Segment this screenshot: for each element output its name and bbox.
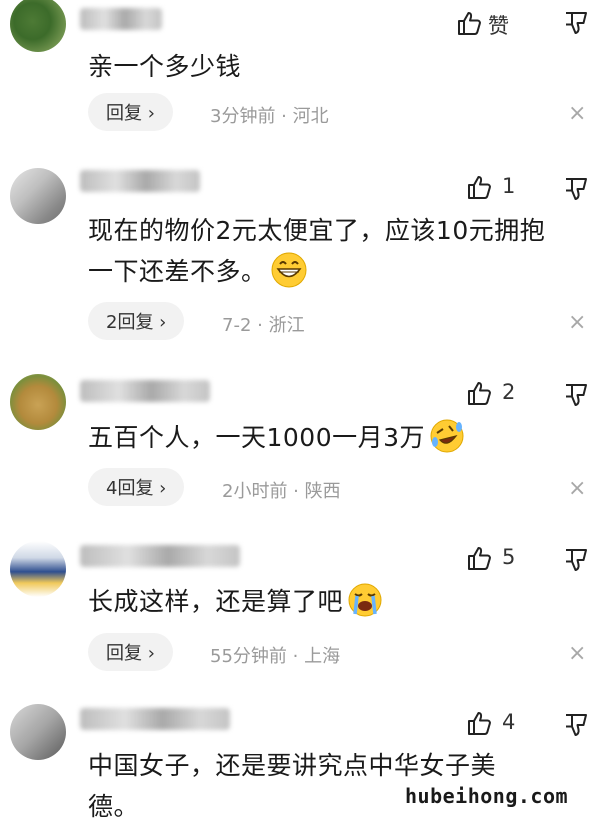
thumbs-down-icon[interactable]: [563, 382, 589, 408]
username-blurred[interactable]: [80, 708, 230, 730]
username-blurred[interactable]: [80, 380, 210, 402]
avatar[interactable]: [10, 374, 66, 430]
comment-2: 1 现在的物价2元太便宜了，应该10元拥抱 一下还差不多。 2回复 › 7-2 …: [0, 160, 592, 350]
comment-4: 5 长成这样，还是算了吧 回复 › 55分钟前 · 上海 ×: [0, 533, 592, 683]
comment-meta: 3分钟前 · 河北: [210, 106, 329, 127]
username-blurred[interactable]: [80, 545, 240, 567]
comment-text: 亲一个多少钱: [88, 52, 242, 81]
comment-text: 现在的物价2元太便宜了，应该10元拥抱 一下还差不多。: [88, 210, 558, 292]
comment-meta: 2小时前 · 陕西: [222, 481, 341, 502]
avatar[interactable]: [10, 541, 66, 597]
close-icon[interactable]: ×: [568, 478, 586, 500]
thumbs-down-icon[interactable]: [563, 10, 589, 36]
reply-button[interactable]: 2回复 ›: [88, 302, 185, 340]
thumbs-up-icon[interactable]: [466, 380, 492, 406]
close-icon[interactable]: ×: [568, 312, 586, 334]
thumbs-up-icon[interactable]: [466, 710, 492, 736]
loudly-crying-face-icon: [348, 583, 382, 617]
rolling-laughing-face-icon: [430, 419, 464, 453]
reply-button[interactable]: 4回复 ›: [88, 468, 185, 506]
thumbs-up-icon[interactable]: [466, 174, 492, 200]
thumbs-down-icon[interactable]: [563, 547, 589, 573]
reply-button[interactable]: 回复 ›: [88, 93, 173, 131]
close-icon[interactable]: ×: [568, 643, 586, 665]
avatar[interactable]: [10, 168, 66, 224]
close-icon[interactable]: ×: [568, 103, 586, 125]
watermark: hubeihong.com: [405, 784, 569, 808]
like-count: 5: [502, 545, 516, 569]
thumbs-up-icon[interactable]: [466, 545, 492, 571]
like-label[interactable]: 赞: [488, 10, 509, 40]
comment-text-line-1: 现在的物价2元太便宜了，应该10元拥抱: [88, 216, 546, 245]
comment-text-line-2-text: 一下还差不多。: [88, 257, 267, 286]
reply-button[interactable]: 回复 ›: [88, 633, 173, 671]
username-blurred[interactable]: [80, 8, 162, 30]
thumbs-up-icon[interactable]: [456, 10, 482, 36]
thumbs-down-icon[interactable]: [563, 712, 589, 738]
avatar[interactable]: [10, 0, 66, 52]
comment-1: 赞 亲一个多少钱 回复 › 3分钟前 · 河北 ×: [0, 0, 592, 140]
comment-text-line-1: 中国女子，还是要讲究点中华女子美: [88, 751, 497, 780]
thumbs-down-icon[interactable]: [563, 176, 589, 202]
comment-text: 长成这样，还是算了吧: [88, 581, 558, 622]
comment-3: 2 五百个人，一天1000一月3万 4回复 › 2小时前 · 陕西 ×: [0, 368, 592, 518]
comment-text: 五百个人，一天1000一月3万: [88, 417, 558, 458]
like-count: 1: [502, 174, 516, 198]
grinning-face-icon: [271, 252, 307, 288]
avatar[interactable]: [10, 704, 66, 760]
like-count: 4: [502, 710, 516, 734]
comment-text-content: 五百个人，一天1000一月3万: [88, 423, 426, 452]
like-count: 2: [502, 380, 516, 404]
comment-meta: 7-2 · 浙江: [222, 315, 305, 336]
comment-text-line-2: 一下还差不多。: [88, 251, 558, 292]
username-blurred[interactable]: [80, 170, 200, 192]
comment-meta: 55分钟前 · 上海: [210, 646, 341, 667]
comment-text-content: 长成这样，还是算了吧: [88, 587, 344, 616]
